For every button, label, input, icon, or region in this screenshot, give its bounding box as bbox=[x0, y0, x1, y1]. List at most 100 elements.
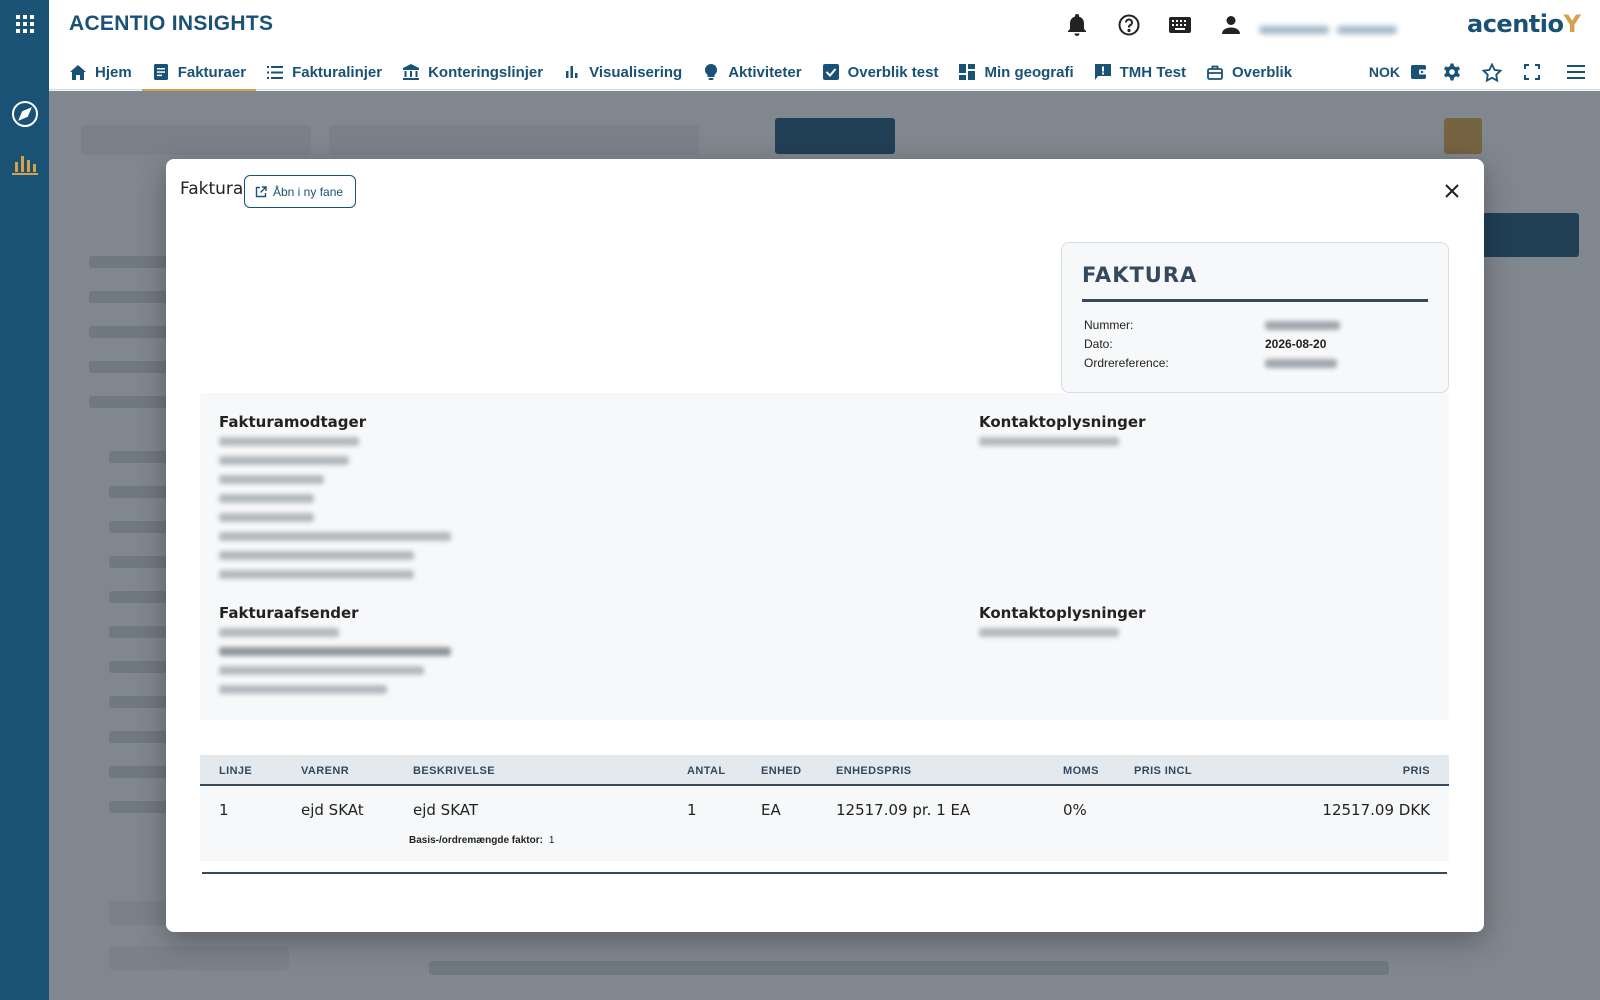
nav-label: Fakturalinjer bbox=[292, 63, 383, 81]
nav-label: Hjem bbox=[95, 63, 132, 81]
sender-line bbox=[219, 647, 451, 656]
notifications-icon[interactable] bbox=[1064, 12, 1090, 38]
settings-icon[interactable] bbox=[1432, 54, 1472, 90]
star-icon[interactable] bbox=[1472, 54, 1512, 90]
invoice-date-value: 2026-08-20 bbox=[1265, 337, 1327, 351]
wallet-icon[interactable] bbox=[1406, 54, 1432, 90]
col-pris: PRIS bbox=[1402, 765, 1430, 777]
close-icon[interactable] bbox=[1438, 177, 1466, 205]
analytics-icon[interactable] bbox=[0, 144, 49, 184]
dashboard-icon bbox=[958, 63, 976, 81]
user-info[interactable] bbox=[1259, 14, 1429, 38]
keyboard-icon[interactable] bbox=[1167, 12, 1193, 38]
explore-icon[interactable] bbox=[0, 94, 49, 134]
nav-item-overblik-test[interactable]: Overblik test bbox=[812, 54, 949, 90]
recipient-line bbox=[219, 570, 414, 579]
currency-selector[interactable]: NOK bbox=[1369, 64, 1400, 80]
sender-line bbox=[219, 628, 339, 637]
col-beskrivelse: BESKRIVELSE bbox=[413, 765, 496, 777]
invoice-icon bbox=[152, 63, 170, 81]
menu-icon[interactable] bbox=[1552, 54, 1600, 90]
nav-item-visualisering[interactable]: Visualisering bbox=[553, 54, 692, 90]
nav-right-tools: NOK bbox=[1369, 54, 1600, 90]
factor-label: Basis-/ordremængde faktor: bbox=[409, 835, 543, 846]
sender-heading: Fakturaafsender bbox=[219, 604, 359, 622]
cell-varenr: ejd SKAt bbox=[301, 801, 364, 819]
col-enhed: ENHED bbox=[761, 765, 802, 777]
sender-contact-line bbox=[979, 628, 1119, 637]
nav-label: Visualisering bbox=[589, 63, 683, 81]
nav-label: Overblik test bbox=[847, 63, 939, 81]
col-pris-incl: PRIS INCL bbox=[1134, 765, 1192, 777]
recipient-line bbox=[219, 513, 314, 522]
nav-item-min-geografi[interactable]: Min geografi bbox=[948, 54, 1083, 90]
col-antal: ANTAL bbox=[687, 765, 726, 777]
nav-item-fakturaer[interactable]: Fakturaer bbox=[141, 54, 257, 91]
bar-chart-icon bbox=[563, 63, 581, 81]
cell-linje: 1 bbox=[219, 801, 229, 819]
recipient-contact-line bbox=[979, 437, 1119, 446]
briefcase-icon bbox=[1206, 63, 1224, 81]
table-row: 1 ejd SKAt ejd SKAT 1 EA 12517.09 pr. 1 … bbox=[200, 787, 1449, 861]
app-title: ACENTIO INSIGHTS bbox=[69, 12, 274, 35]
nav-item-aktiviteter[interactable]: Aktiviteter bbox=[692, 54, 811, 90]
nav-label: TMH Test bbox=[1119, 63, 1187, 81]
open-in-new-tab-button[interactable]: Åbn i ny fane bbox=[244, 175, 357, 208]
line-items-header: LINJE VARENR BESKRIVELSE ANTAL ENHED ENH… bbox=[200, 755, 1449, 786]
col-linje: LINJE bbox=[219, 765, 253, 777]
nav-item-hjem[interactable]: Hjem bbox=[59, 54, 142, 90]
cell-pris: 12517.09 DKK bbox=[1322, 801, 1430, 819]
invoice-number-label: Nummer: bbox=[1084, 318, 1134, 332]
left-rail bbox=[0, 0, 49, 1000]
recipient-line bbox=[219, 437, 359, 446]
recipient-line bbox=[219, 532, 451, 541]
nav-item-fakturalinjer[interactable]: Fakturalinjer bbox=[256, 54, 392, 90]
nav-label: Konteringslinjer bbox=[428, 63, 544, 81]
recipient-line bbox=[219, 475, 324, 484]
heading-rule bbox=[1082, 299, 1428, 302]
recipient-heading: Fakturamodtager bbox=[219, 413, 367, 431]
top-header: ACENTIO INSIGHTS acentioY Hjem Fakturaer… bbox=[49, 0, 1600, 91]
cell-antal: 1 bbox=[687, 801, 697, 819]
sender-line bbox=[219, 685, 387, 694]
invoice-summary-card: FAKTURA Nummer: Dato: 2026-08-20 Ordrere… bbox=[1061, 242, 1449, 393]
invoice-date-label: Dato: bbox=[1084, 337, 1113, 351]
home-icon bbox=[69, 63, 87, 81]
main-nav: Hjem Fakturaer Fakturalinjer Konteringsl… bbox=[59, 54, 1302, 91]
fullscreen-icon[interactable] bbox=[1512, 54, 1552, 90]
order-quantity-factor: Basis-/ordremængde faktor: 1 bbox=[409, 835, 554, 846]
invoice-number-value bbox=[1265, 321, 1340, 330]
recipient-line bbox=[219, 551, 414, 560]
bank-icon bbox=[402, 63, 420, 81]
nav-item-overblik[interactable]: Overblik bbox=[1196, 54, 1302, 90]
invoice-dialog: Faktura Åbn i ny fane FAKTURA Nummer: Da… bbox=[166, 159, 1484, 932]
cell-enhedspris: 12517.09 pr. 1 EA bbox=[836, 801, 971, 819]
sender-contact-heading: Kontaktoplysninger bbox=[979, 604, 1146, 622]
cell-enhed: EA bbox=[761, 801, 781, 819]
nav-label: Aktiviteter bbox=[728, 63, 802, 81]
cell-moms: 0% bbox=[1063, 801, 1087, 819]
list-icon bbox=[266, 63, 284, 81]
table-bottom-rule bbox=[202, 872, 1447, 874]
col-moms: MOMS bbox=[1063, 765, 1099, 777]
help-icon[interactable] bbox=[1116, 12, 1142, 38]
open-in-new-icon bbox=[255, 185, 267, 198]
recipient-contact-heading: Kontaktoplysninger bbox=[979, 413, 1146, 431]
nav-label: Fakturaer bbox=[177, 63, 247, 81]
order-reference-label: Ordrereference: bbox=[1084, 356, 1169, 370]
checkbox-icon bbox=[822, 63, 840, 81]
open-in-new-tab-label: Åbn i ny fane bbox=[273, 184, 344, 199]
nav-item-tmh-test[interactable]: TMH Test bbox=[1084, 54, 1196, 90]
nav-label: Overblik bbox=[1232, 63, 1293, 81]
invoice-heading: FAKTURA bbox=[1082, 263, 1198, 287]
cell-beskrivelse: ejd SKAT bbox=[413, 801, 479, 819]
apps-grid-icon[interactable] bbox=[0, 4, 49, 44]
account-icon[interactable] bbox=[1218, 12, 1244, 38]
order-reference-value bbox=[1265, 359, 1337, 368]
dialog-title: Faktura bbox=[180, 179, 244, 199]
nav-item-konteringslinjer[interactable]: Konteringslinjer bbox=[392, 54, 553, 90]
factor-value: 1 bbox=[548, 835, 555, 846]
nav-label: Min geografi bbox=[984, 63, 1074, 81]
recipient-line bbox=[219, 456, 349, 465]
lightbulb-icon bbox=[702, 63, 720, 81]
